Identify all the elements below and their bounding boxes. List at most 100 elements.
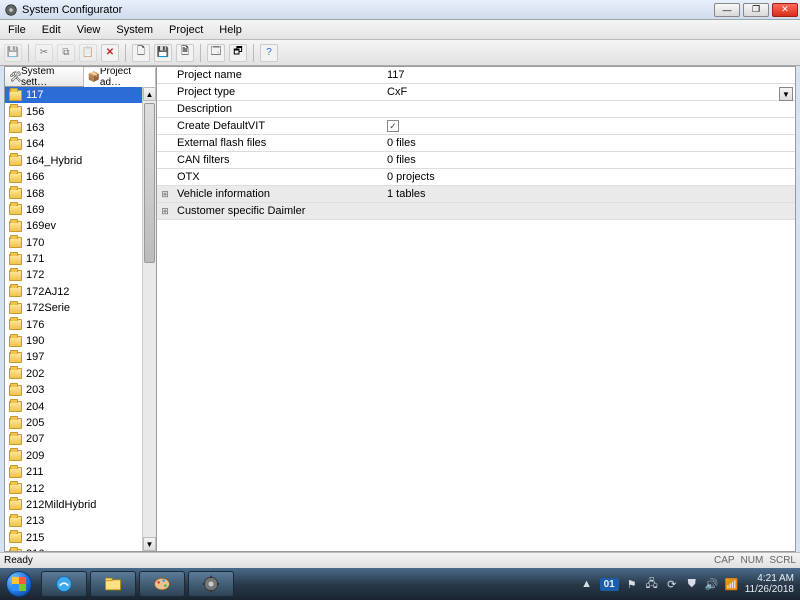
tree-node[interactable]: 207 [5,431,156,447]
copy-icon[interactable]: ⧉ [57,44,75,62]
tree-node[interactable]: 215 [5,530,156,546]
menu-view[interactable]: View [69,24,109,36]
folder-icon [9,139,22,150]
folder-icon [9,237,22,248]
tree-node[interactable]: 197 [5,349,156,365]
tree-node[interactable]: 164_Hybrid [5,153,156,169]
checkbox-icon[interactable]: ✓ [387,120,399,132]
folder-icon [9,467,22,478]
tree-node[interactable]: 164 [5,136,156,152]
folder-icon [9,303,22,314]
tree-node-label: 117 [26,89,44,101]
task-ie[interactable] [41,571,87,597]
tree-node-label: 209 [26,450,44,462]
prop-vinfo-value: 1 tables [383,188,795,200]
menu-file[interactable]: File [0,24,34,36]
save-icon[interactable]: 💾 [4,44,22,62]
tree-node[interactable]: 204 [5,398,156,414]
tree-node[interactable]: 169 [5,202,156,218]
menu-help[interactable]: Help [211,24,250,36]
tree-node-label: 215 [26,532,44,544]
export-icon[interactable]: 🗎 [176,44,194,62]
prop-name-value[interactable]: 117 [383,69,795,81]
prop-createvit-value[interactable]: ✓ [383,120,795,133]
tree-node[interactable]: 171 [5,251,156,267]
titlebar: System Configurator — ❐ ✕ [0,0,800,20]
tray-up-icon[interactable]: ▲ [580,577,594,591]
paste-icon[interactable]: 📋 [79,44,97,62]
tree-node[interactable]: 213 [5,513,156,529]
tree-node[interactable]: 169ev [5,218,156,234]
tray-flag-icon[interactable]: ⚑ [625,577,639,591]
tray-sync-icon[interactable]: ⟳ [665,577,679,591]
tray-lang[interactable]: 01 [600,578,619,591]
dropdown-icon[interactable]: ▼ [779,87,793,101]
tool1-icon[interactable]: 🗔 [207,44,225,62]
help-icon[interactable]: ? [260,44,278,62]
tree-node[interactable]: 212 [5,480,156,496]
tray-wifi-icon[interactable]: 📶 [725,577,739,591]
tree-node[interactable]: 209 [5,448,156,464]
scroll-down-icon[interactable]: ▼ [143,537,156,551]
scroll-thumb[interactable] [144,103,155,263]
expand-vehicle-info[interactable]: ⊞ [157,189,173,200]
close-button[interactable]: ✕ [772,3,798,17]
delete-icon[interactable]: ✕ [101,44,119,62]
menu-edit[interactable]: Edit [34,24,69,36]
maximize-button[interactable]: ❐ [743,3,769,17]
tree-node-label: 171 [26,253,44,265]
tree-node[interactable]: 205 [5,415,156,431]
start-button[interactable] [0,568,38,600]
tree-node[interactable]: 212MildHybrid [5,497,156,513]
tree-node-label: 207 [26,433,44,445]
task-explorer[interactable] [90,571,136,597]
tray-vol-icon[interactable]: 🔊 [705,577,719,591]
menu-project[interactable]: Project [161,24,211,36]
tab-system-settings[interactable]: 🛠 System sett… [5,67,84,86]
prop-vinfo-label: Vehicle information [173,188,383,200]
tree-node[interactable]: 216 [5,546,156,551]
tree-node[interactable]: 156 [5,103,156,119]
task-configurator[interactable] [188,571,234,597]
expand-customer[interactable]: ⊞ [157,206,173,217]
task-paint[interactable] [139,571,185,597]
tray-clock[interactable]: 4:21 AM 11/26/2018 [745,573,794,595]
tree-node[interactable]: 117 [5,87,156,103]
tray-shield-icon[interactable]: ⛊ [685,577,699,591]
tree-node[interactable]: 163 [5,120,156,136]
status-ready: Ready [4,555,33,566]
tree-node-label: 213 [26,515,44,527]
cut-icon[interactable]: ✂ [35,44,53,62]
tree-scrollbar[interactable]: ▲ ▼ [142,87,156,551]
tree-node[interactable]: 203 [5,382,156,398]
tree-node[interactable]: 202 [5,366,156,382]
folder-icon [9,270,22,281]
scroll-up-icon[interactable]: ▲ [143,87,156,101]
tree-node[interactable]: 176 [5,316,156,332]
tree-node[interactable]: 190 [5,333,156,349]
tree-node[interactable]: 170 [5,235,156,251]
new-doc-icon[interactable]: 🗋 [132,44,150,62]
tool2-icon[interactable]: 🗗 [229,44,247,62]
tree-node[interactable]: 172 [5,267,156,283]
prop-name-label: Project name [173,69,383,81]
menu-system[interactable]: System [108,24,161,36]
tab-project-admin[interactable]: 📦 Project ad… [84,68,156,87]
tray-net-icon[interactable]: 🖧 [645,577,659,591]
tree-node[interactable]: 172Serie [5,300,156,316]
save-alt-icon[interactable]: 💾 [154,44,172,62]
prop-canfilters-value[interactable]: 0 files [383,154,795,166]
prop-type-value[interactable]: CxF▼ [383,86,795,98]
tree-node[interactable]: 211 [5,464,156,480]
folder-icon [9,401,22,412]
tree-node-label: 212MildHybrid [26,499,96,511]
tree-node[interactable]: 172AJ12 [5,284,156,300]
tree-node[interactable]: 166 [5,169,156,185]
tree-node[interactable]: 168 [5,185,156,201]
minimize-button[interactable]: — [714,3,740,17]
tree-node-label: 216 [26,548,44,551]
folder-icon [9,516,22,527]
folder-icon [9,434,22,445]
prop-otx-value[interactable]: 0 projects [383,171,795,183]
prop-extflash-value[interactable]: 0 files [383,137,795,149]
